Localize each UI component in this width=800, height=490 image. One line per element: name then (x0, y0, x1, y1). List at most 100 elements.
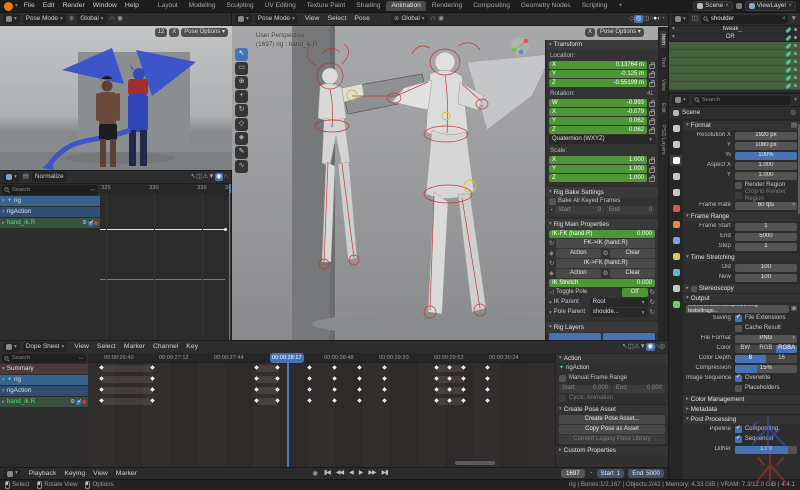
workspace-tab-geometry-nodes[interactable]: Geometry Nodes (516, 1, 576, 11)
graph-curve-area[interactable]: 325330335340 (100, 184, 231, 340)
keyframe-diamond[interactable] (382, 365, 386, 369)
channel-rig[interactable]: ▾✦rig (0, 196, 100, 206)
object-data-tab[interactable] (670, 299, 682, 310)
view-layer-tab[interactable] (670, 171, 682, 182)
outliner-row[interactable] (669, 50, 800, 58)
snap-icon[interactable]: ∩ (110, 15, 115, 22)
ik-parent-snap-icon[interactable]: ↻ (650, 299, 655, 306)
outliner-row[interactable]: ▾tweak_ (669, 26, 800, 34)
editor-type-selector[interactable]: ▾ (3, 14, 20, 24)
action-end-field[interactable]: End0.000 (613, 385, 665, 393)
bake-end-field[interactable]: End0 (606, 206, 655, 214)
scene-tab[interactable] (670, 187, 682, 198)
channel-enable-checkbox[interactable] (88, 221, 93, 226)
overwrite-checkbox[interactable] (735, 375, 742, 382)
depth-16-button[interactable]: 16 (766, 355, 797, 363)
file-format-select[interactable]: PNG▾ (735, 335, 797, 343)
keyframe-diamond[interactable] (382, 376, 386, 380)
lock-icon[interactable] (649, 73, 655, 78)
rig-main-header[interactable]: ▾Rig Main Properties (546, 219, 658, 229)
lock-icon[interactable] (649, 129, 655, 134)
editor-type-selector[interactable]: ▾ (4, 469, 21, 479)
sidebar-tab-psd-layers[interactable]: PSD Layers (660, 122, 666, 158)
resolution-x-field[interactable]: 1920 px (735, 132, 797, 140)
channels-menu-icon[interactable]: ▤ (23, 173, 29, 180)
sidebar-tab-item[interactable]: Item (660, 31, 666, 48)
viewport-menu-pose[interactable]: Pose (350, 15, 374, 23)
lock-icon[interactable] (649, 111, 655, 116)
workspace-tab-scripting[interactable]: Scripting (577, 1, 613, 11)
tweak-tool[interactable]: ↖ (235, 48, 248, 61)
depth-8-button[interactable]: 8 (735, 355, 766, 363)
keyframe-diamond[interactable] (485, 365, 489, 369)
frame-step-field[interactable]: 1 (735, 243, 797, 251)
keyframe-diamond[interactable] (461, 398, 465, 402)
workspace-tab-rendering[interactable]: Rendering (427, 1, 467, 11)
select-box-tool[interactable]: ▭ (235, 62, 248, 75)
viewport-canvas-left[interactable]: 12 X Pose Options ▾ (0, 26, 232, 170)
workspace-tab-uv-editing[interactable]: UV Editing (260, 1, 301, 11)
ik-stretch-slider[interactable]: IK Stretch0.000 (549, 279, 655, 287)
menu-window[interactable]: Window (89, 2, 121, 10)
keyframe-diamond[interactable] (150, 398, 154, 402)
frame-rate-select[interactable]: 60 fps▾ (735, 202, 797, 210)
jump-start-button[interactable]: ▮◀ (322, 470, 332, 477)
keyframe-diamond[interactable] (382, 387, 386, 391)
viewport-menu-select[interactable]: Select (323, 15, 350, 23)
ik-to-fk-button[interactable]: IK->FK (hand.R) (556, 259, 655, 268)
expand-channels-icon[interactable]: ↔ (78, 355, 84, 362)
workspace-tab-animation[interactable]: Animation (386, 1, 425, 11)
blender-logo-icon[interactable] (4, 2, 13, 11)
pin-icon[interactable]: ◎ (790, 109, 796, 116)
channel-rigaction[interactable]: ▾rigAction (0, 207, 100, 217)
outliner-row[interactable] (669, 82, 800, 90)
location-z-field[interactable]: Z-0.55199 m (549, 79, 647, 87)
channel-rig[interactable]: ▾✦rig (0, 375, 88, 385)
visibility-icon[interactable] (794, 84, 797, 87)
bake-start-field[interactable]: Start0 (555, 206, 604, 214)
outliner-row[interactable] (669, 66, 800, 74)
keyframe-diamond[interactable] (332, 398, 336, 402)
object-tab[interactable] (670, 219, 682, 230)
convert-legacy-button[interactable]: Convert Legacy Pose Library (559, 435, 665, 444)
keyframe-diamond[interactable] (382, 398, 386, 402)
output-panel-header[interactable]: ▾Output (683, 293, 800, 303)
placeholders-checkbox[interactable] (735, 385, 742, 392)
keyframe-diamond[interactable] (332, 387, 336, 391)
constraint-tab[interactable] (670, 283, 682, 294)
keyframe-diamond[interactable] (332, 365, 336, 369)
keyframe-diamond[interactable] (307, 387, 311, 391)
play-button[interactable]: ▶ (357, 470, 365, 477)
keyframe-diamond[interactable] (307, 365, 311, 369)
menu-edit[interactable]: Edit (39, 2, 59, 10)
move-tool[interactable]: + (235, 90, 248, 103)
frame-start-field[interactable]: Start1 (597, 469, 625, 478)
clear-button-2[interactable]: Clear (610, 269, 655, 278)
pose-asset-panel-header[interactable]: ▾Create Pose Asset (556, 404, 668, 414)
funnel-filter-icon[interactable]: ▼ (791, 15, 797, 22)
frame-end-field[interactable]: End5000 (628, 469, 664, 478)
action-button-1[interactable]: Action (556, 249, 601, 258)
channel-search-input[interactable]: Search ↔ (2, 185, 98, 195)
visibility-icon[interactable] (794, 68, 797, 71)
modifier-icon[interactable]: ⚙ (70, 399, 75, 405)
rotate-tool[interactable]: ↻ (235, 104, 248, 117)
outliner-filter-icon[interactable]: ◫ (692, 15, 698, 22)
outliner-row[interactable] (669, 58, 800, 66)
rig-layer-button-1[interactable] (549, 333, 601, 340)
jump-end-button[interactable]: ▶▮ (380, 470, 390, 477)
snap-magnet-icon[interactable]: ∩ (431, 15, 436, 22)
clear-search-icon[interactable]: × (782, 16, 786, 23)
editor-type-selector[interactable]: ▾ (235, 14, 252, 24)
metadata-header[interactable]: ▸Metadata (683, 404, 800, 414)
human-figure[interactable] (102, 81, 113, 92)
compositing-checkbox[interactable] (735, 426, 742, 433)
keyframe-diamond[interactable] (275, 376, 279, 380)
mode-selector[interactable]: Pose Mode▾ (255, 14, 298, 24)
folder-icon[interactable]: ▣ (791, 305, 797, 312)
current-frame-chip[interactable]: 00:00:28:17 (270, 353, 304, 363)
rig-bake-header[interactable]: ▾Rig Bake Settings (546, 187, 658, 197)
viewport-menu-view[interactable]: View (301, 15, 324, 23)
modifier-icon[interactable]: ⚙ (82, 220, 87, 226)
fk-to-ik-button[interactable]: FK->IK (hand.R) (556, 239, 655, 248)
